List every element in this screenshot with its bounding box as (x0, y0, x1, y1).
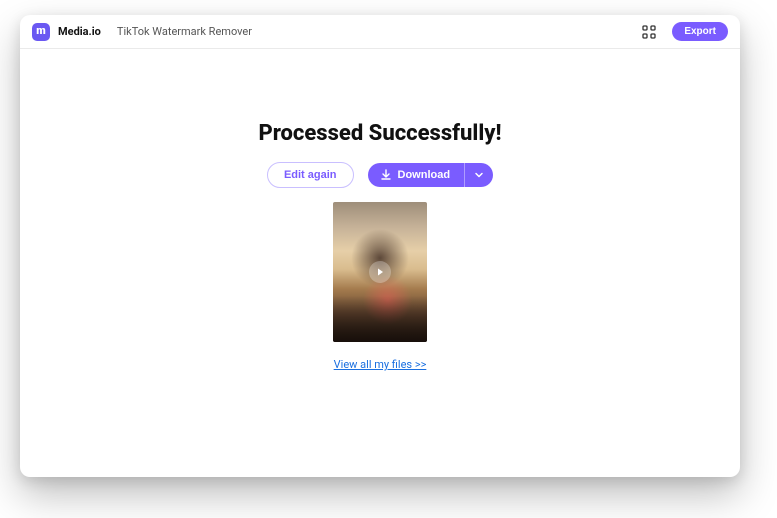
video-thumbnail[interactable] (333, 202, 427, 342)
download-options-button[interactable] (464, 163, 493, 187)
media-logo (32, 23, 50, 41)
download-label: Download (398, 169, 451, 181)
play-button[interactable] (369, 261, 391, 283)
action-buttons: Edit again Download (267, 162, 493, 188)
edit-again-button[interactable]: Edit again (267, 162, 354, 188)
tool-name: TikTok Watermark Remover (117, 25, 252, 38)
download-icon (380, 169, 392, 181)
chevron-down-icon (474, 170, 484, 180)
view-all-files-link[interactable]: View all my files >> (334, 358, 427, 371)
brand-name: Media.io (58, 25, 101, 38)
download-group: Download (368, 163, 494, 187)
app-window: Media.io TikTok Watermark Remover Export… (20, 15, 740, 477)
download-button[interactable]: Download (368, 163, 465, 187)
main-content: Processed Successfully! Edit again Downl… (20, 49, 740, 371)
apps-grid-icon[interactable] (642, 25, 656, 39)
success-headline: Processed Successfully! (258, 121, 501, 146)
export-button[interactable]: Export (672, 22, 728, 41)
play-icon (375, 267, 385, 277)
header-bar: Media.io TikTok Watermark Remover Export (20, 15, 740, 49)
